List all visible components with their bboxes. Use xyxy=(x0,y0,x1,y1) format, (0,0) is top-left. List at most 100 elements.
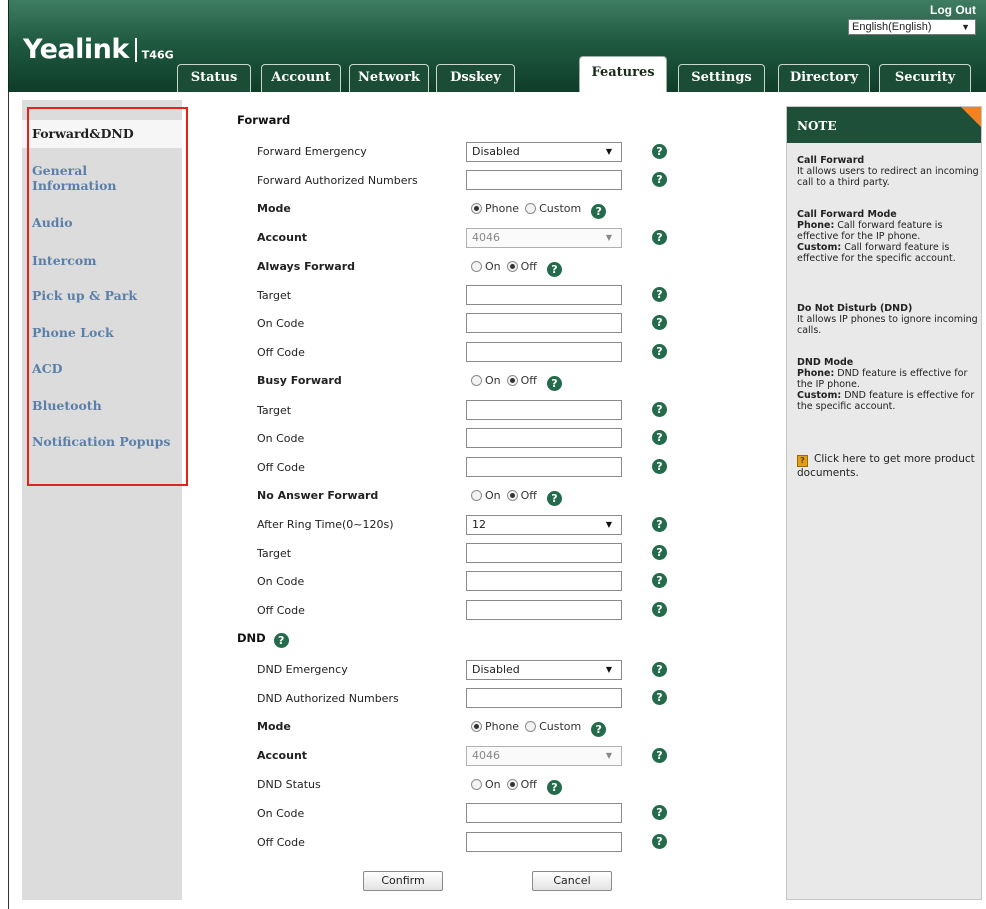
help-icon[interactable]: ? xyxy=(546,376,562,391)
busy-oncode-input[interactable] xyxy=(466,428,622,448)
help-icon[interactable]: ? xyxy=(652,230,667,245)
help-icon[interactable]: ? xyxy=(652,834,667,849)
help-icon[interactable]: ? xyxy=(546,491,562,506)
help-icon[interactable]: ? xyxy=(652,748,667,763)
help-icon[interactable]: ? xyxy=(652,602,667,617)
noanswer-oncode-input[interactable] xyxy=(466,571,622,591)
noanswer-forward-off-radio[interactable] xyxy=(506,490,518,501)
busy-target-input[interactable] xyxy=(466,400,622,420)
dnd-status-on-radio[interactable] xyxy=(471,779,482,790)
tab-network[interactable]: Network xyxy=(349,64,429,92)
tab-directory[interactable]: Directory xyxy=(778,64,870,92)
help-icon[interactable]: ? xyxy=(652,545,667,560)
always-offcode-input[interactable] xyxy=(466,342,622,362)
dnd-mode-custom-radio[interactable] xyxy=(525,721,537,732)
dnd-account-label: Account xyxy=(257,749,308,762)
always-forward-off-label: Off xyxy=(520,260,537,273)
noanswer-offcode-input[interactable] xyxy=(466,600,622,620)
help-icon[interactable]: ? xyxy=(652,430,667,445)
forward-authorized-input[interactable] xyxy=(466,170,622,190)
noanswer-forward-on-radio[interactable] xyxy=(471,490,482,501)
note-title: NOTE xyxy=(797,119,837,133)
always-oncode-input[interactable] xyxy=(466,313,622,333)
tab-account[interactable]: Account xyxy=(261,64,341,92)
help-icon[interactable]: ? xyxy=(652,690,667,705)
help-icon[interactable]: ? xyxy=(652,287,667,302)
help-icon[interactable]: ? xyxy=(273,633,289,648)
note-dnd-heading: Do Not Disturb (DND) xyxy=(797,303,913,314)
noanswer-forward-on-label: On xyxy=(485,489,501,502)
note-header: NOTE xyxy=(787,107,981,143)
tab-status[interactable]: Status xyxy=(177,64,251,92)
sidebar-item-notification-popups[interactable]: Notification Popups xyxy=(22,434,182,449)
confirm-button[interactable]: Confirm xyxy=(363,871,443,891)
note-cfm-heading: Call Forward Mode xyxy=(797,209,897,220)
help-icon[interactable]: ? xyxy=(652,402,667,417)
forward-mode-phone-radio[interactable] xyxy=(471,203,482,214)
noanswer-forward-label: No Answer Forward xyxy=(257,489,379,502)
dnd-emergency-select[interactable]: Disabled ▼ xyxy=(466,660,622,680)
forward-mode-custom-radio[interactable] xyxy=(525,203,537,214)
cancel-button[interactable]: Cancel xyxy=(532,871,612,891)
noanswer-target-input[interactable] xyxy=(466,543,622,563)
dnd-mode-phone-label: Phone xyxy=(485,720,520,733)
sidebar-item-intercom[interactable]: Intercom xyxy=(22,253,182,268)
noanswer-offcode-label: Off Code xyxy=(257,604,305,617)
forward-mode-phone-label: Phone xyxy=(485,202,520,215)
sidebar-item-acd[interactable]: ACD xyxy=(22,361,182,376)
help-icon[interactable]: ? xyxy=(546,262,562,277)
help-icon[interactable]: ? xyxy=(652,517,667,532)
always-target-input[interactable] xyxy=(466,285,622,305)
tab-features[interactable]: Features xyxy=(579,56,667,92)
dnd-emergency-label: DND Emergency xyxy=(257,663,348,676)
noanswer-forward-radios: On Off? xyxy=(471,488,562,506)
help-icon[interactable]: ? xyxy=(546,780,562,795)
tab-security[interactable]: Security xyxy=(879,64,971,92)
sidebar-item-bluetooth[interactable]: Bluetooth xyxy=(22,398,182,413)
sidebar-item-audio[interactable]: Audio xyxy=(22,215,182,230)
note-dnd: Do Not Disturb (DND) It allows IP phones… xyxy=(797,303,981,336)
ringtime-select[interactable]: 12 ▼ xyxy=(466,515,622,535)
help-icon[interactable]: ? xyxy=(652,144,667,159)
help-icon[interactable]: ? xyxy=(652,172,667,187)
dnd-account-select[interactable]: 4046 ▼ xyxy=(466,746,622,766)
dnd-status-radios: On Off? xyxy=(471,777,562,795)
forward-dnd-form: Forward Forward Emergency Disabled ▼ ? Fo… xyxy=(190,100,778,900)
forward-emergency-select[interactable]: Disabled ▼ xyxy=(466,142,622,162)
tab-dsskey[interactable]: Dsskey xyxy=(436,64,515,92)
help-icon[interactable]: ? xyxy=(652,344,667,359)
help-icon[interactable]: ? xyxy=(652,315,667,330)
dnd-title-text: DND xyxy=(237,631,266,645)
help-icon[interactable]: ? xyxy=(652,662,667,677)
always-forward-on-radio[interactable] xyxy=(471,261,482,272)
always-target-label: Target xyxy=(257,289,292,302)
note-call-forward-text: It allows users to redirect an incoming … xyxy=(797,166,979,188)
dnd-offcode-input[interactable] xyxy=(466,832,622,852)
busy-forward-on-radio[interactable] xyxy=(471,375,482,386)
always-forward-off-radio[interactable] xyxy=(506,261,518,272)
busy-forward-off-radio[interactable] xyxy=(506,375,518,386)
dnd-mode-phone-radio[interactable] xyxy=(471,721,482,732)
help-icon[interactable]: ? xyxy=(652,459,667,474)
note-call-forward-heading: Call Forward xyxy=(797,155,865,166)
product-documents-link[interactable]: ? Click here to get more product document… xyxy=(797,453,977,480)
dnd-status-off-radio[interactable] xyxy=(506,779,518,790)
help-icon[interactable]: ? xyxy=(652,573,667,588)
dnd-oncode-input[interactable] xyxy=(466,803,622,823)
sidebar-item-pickup-park[interactable]: Pick up & Park xyxy=(22,288,182,303)
help-icon[interactable]: ? xyxy=(591,204,607,219)
header-bar: Yealink T46G Log Out English(English) ▼ S… xyxy=(8,0,986,92)
sidebar-item-general-information[interactable]: General Information xyxy=(22,163,182,193)
dropdown-arrow-icon: ▼ xyxy=(605,751,612,760)
sidebar-item-forward-dnd[interactable]: Forward&DND xyxy=(22,120,182,148)
tab-settings[interactable]: Settings xyxy=(678,64,765,92)
busy-offcode-input[interactable] xyxy=(466,457,622,477)
help-icon[interactable]: ? xyxy=(652,805,667,820)
sidebar-item-phone-lock[interactable]: Phone Lock xyxy=(22,325,182,340)
note-dndm-phone-key: Phone: xyxy=(797,368,835,379)
noanswer-forward-off-label: Off xyxy=(520,489,537,502)
dnd-offcode-label: Off Code xyxy=(257,836,305,849)
dnd-authorized-input[interactable] xyxy=(466,688,622,708)
help-icon[interactable]: ? xyxy=(591,722,607,737)
forward-account-select[interactable]: 4046 ▼ xyxy=(466,228,622,248)
